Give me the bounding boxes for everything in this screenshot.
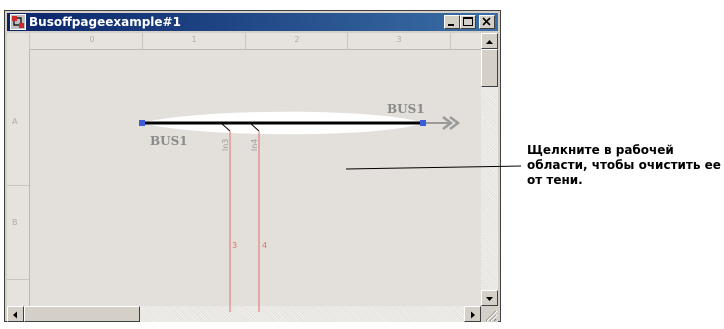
wire-number-3: 3 <box>232 241 237 250</box>
wire-ln4[interactable]: ln4 4 <box>249 122 267 312</box>
bus-label-top[interactable]: BUS1 <box>387 102 425 116</box>
wire-name-ln4: ln4 <box>250 139 259 151</box>
bus-label-bottom[interactable]: BUS1 <box>150 134 188 148</box>
wire-name-ln3: ln3 <box>221 139 230 151</box>
offpage-arrow-icon[interactable] <box>426 116 461 130</box>
callout-text: Щелкните в рабочей области, чтобы очисти… <box>527 143 721 187</box>
wire-number-4: 4 <box>262 241 267 250</box>
bus-endpoint-right[interactable] <box>420 120 426 126</box>
wire-ln3[interactable]: ln3 3 <box>220 122 237 312</box>
callout-leader-line <box>345 165 522 170</box>
bus-endpoint-left[interactable] <box>139 120 145 126</box>
